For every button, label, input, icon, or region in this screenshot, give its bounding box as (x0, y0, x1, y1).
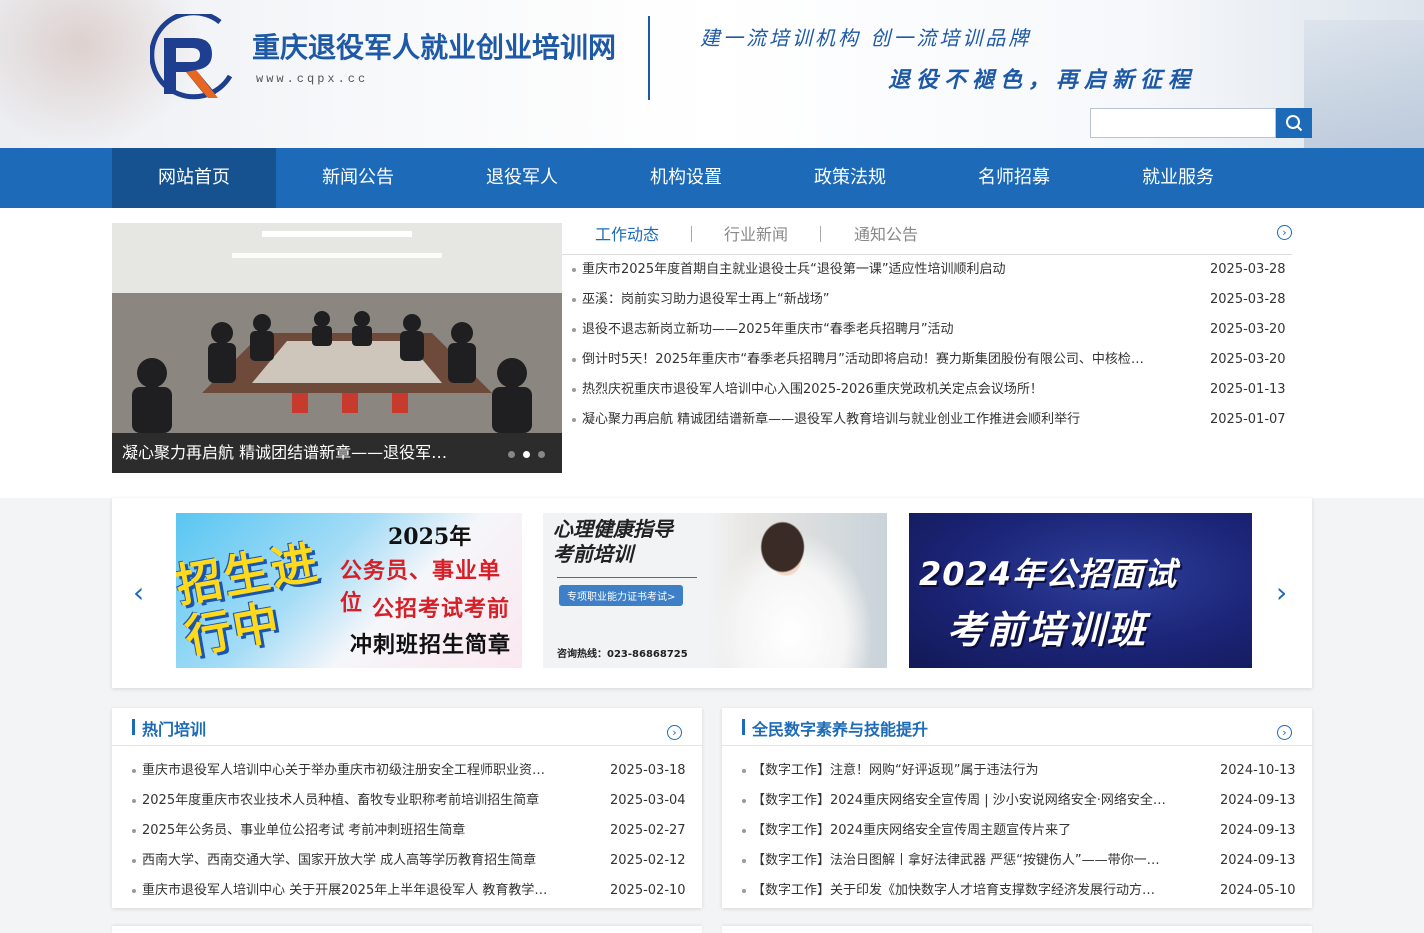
tab-work-updates[interactable]: 工作动态 (595, 223, 659, 255)
banner-divider (557, 577, 697, 578)
banner-line: 公招考试考前 (372, 597, 511, 622)
list-item[interactable]: 倒计时5天！2025年重庆市“春季老兵招聘月”活动即将启动！赛力斯集团股份有限公… (570, 345, 1290, 375)
slogan-line-1: 建一流培训机构 创一流培训品牌 (700, 26, 1032, 50)
building-image (1304, 20, 1424, 148)
slider-dot[interactable] (508, 451, 515, 458)
nav-item-news[interactable]: 新闻公告 (276, 148, 440, 208)
list-item[interactable]: 巫溪：岗前实习助力退役军士再上“新战场” 2025-03-28 (570, 285, 1290, 315)
panel-title-bar (742, 719, 745, 735)
tab-notices[interactable]: 通知公告 (854, 223, 918, 255)
search-input[interactable] (1090, 108, 1276, 138)
header-divider (648, 16, 650, 100)
list-item[interactable]: 【数字工作】注意！网购“好评返现”属于违法行为 2024-10-13 (740, 756, 1300, 786)
site-header: 重庆退役军人就业创业培训网 www.cqpx.cc 建一流培训机构 创一流培训品… (0, 0, 1424, 148)
banner-year: 2025年 (388, 524, 472, 550)
tab-industry-news[interactable]: 行业新闻 (724, 223, 788, 255)
list-item[interactable]: 【数字工作】法治日图解丨拿好法律武器 严惩“按键伤人”——带你一… 2024-09… (740, 846, 1300, 876)
banner-title: 心理健康指导 考前培训 (553, 517, 673, 566)
panel-header: 全民数字素养与技能提升 › (722, 708, 1312, 746)
banner-subtitle: 考前培训班 (947, 608, 1148, 652)
meeting-photo (112, 223, 562, 433)
meeting-scene-image (112, 223, 562, 433)
nav-item-employment[interactable]: 就业服务 (1096, 148, 1260, 208)
site-title[interactable]: 重庆退役军人就业创业培训网 (252, 26, 616, 66)
nav-item-veterans[interactable]: 退役军人 (440, 148, 604, 208)
list-item[interactable]: 热烈庆祝重庆市退役军人培训中心入围2025-2026重庆党政机关定点会议场所！ 2… (570, 375, 1290, 405)
tab-separator (820, 226, 821, 242)
digital-literacy-panel: 全民数字素养与技能提升 › 【数字工作】注意！网购“好评返现”属于违法行为 202… (722, 708, 1312, 908)
list-item[interactable]: 【数字工作】关于印发《加快数字人才培育支撑数字经济发展行动方… 2024-05-1… (740, 876, 1300, 906)
news-slider[interactable]: 凝心聚力再启航 精诚团结谱新章——退役军… (112, 223, 562, 473)
nav-item-teachers[interactable]: 名师招募 (932, 148, 1096, 208)
banner-interview-training[interactable]: 2024年公招面试 考前培训班 (909, 513, 1252, 668)
banner-phone: 咨询热线：023-86868725 (557, 649, 688, 660)
list-item[interactable]: 退役不退志新岗立新功——2025年重庆市“春季老兵招聘月”活动 2025-03-2… (570, 315, 1290, 345)
list-item[interactable]: 重庆市退役军人培训中心 关于开展2025年上半年退役军人 教育教学… 2025-0… (130, 876, 690, 906)
circle-chevron-right-icon[interactable]: › (1277, 725, 1292, 740)
nav-item-home[interactable]: 网站首页 (112, 148, 276, 208)
nav-item-organization[interactable]: 机构设置 (604, 148, 768, 208)
banner-tag: 专项职业能力证书考试> (559, 585, 684, 606)
slogan-line-2: 退役不褪色，再启新征程 (888, 67, 1197, 93)
list-item[interactable]: 【数字工作】2024重庆网络安全宣传周主题宣传片来了 2024-09-13 (740, 816, 1300, 846)
news-list: 重庆市2025年度首期自主就业退役士兵“退役第一课”适应性培训顺利启动 2025-… (570, 255, 1290, 435)
list-item[interactable]: 2025年公务员、事业单位公招考试 考前冲刺班招生简章 2025-02-27 (130, 816, 690, 846)
list-item[interactable]: 重庆市退役军人培训中心关于举办重庆市初级注册安全工程师职业资… 2025-03-1… (130, 756, 690, 786)
r-logo-icon[interactable] (150, 14, 238, 104)
banner-enrollment[interactable]: 招生进行中 2025年 公务员、事业单位 公招考试考前 冲刺班招生简章 (176, 513, 522, 668)
list-item[interactable]: 凝心聚力再启航 精诚团结谱新章——退役军人教育培训与就业创业工作推进会顺利举行 2… (570, 405, 1290, 435)
banner-big-text: 招生进行中 (176, 534, 324, 665)
panel-header: 热门培训 › (112, 708, 702, 746)
magnifier-icon (1286, 115, 1303, 132)
nav-item-policy[interactable]: 政策法规 (768, 148, 932, 208)
chevron-left-icon[interactable]: ‹ (133, 576, 144, 609)
search-button[interactable] (1276, 108, 1312, 138)
woman-reading-image (713, 513, 887, 668)
banner-psychology-training[interactable]: 心理健康指导 考前培训 专项职业能力证书考试> 咨询热线：023-8686872… (543, 513, 887, 668)
panel-title[interactable]: 热门培训 (142, 716, 206, 740)
tab-separator (691, 226, 692, 242)
news-tabs: 工作动态 行业新闻 通知公告 › (562, 223, 1292, 255)
hot-training-panel: 热门培训 › 重庆市退役军人培训中心关于举办重庆市初级注册安全工程师职业资… 20… (112, 708, 702, 908)
slider-dot[interactable] (538, 451, 545, 458)
main-nav: 网站首页 新闻公告 退役军人 机构设置 政策法规 名师招募 就业服务 (0, 148, 1424, 208)
list-item[interactable]: 2025年度重庆市农业技术人员种植、畜牧专业职称考前培训招生简章 2025-03-… (130, 786, 690, 816)
panel-title-bar (132, 719, 135, 735)
slider-dot-active[interactable] (523, 451, 530, 458)
panel-title[interactable]: 全民数字素养与技能提升 (752, 716, 928, 740)
slider-dots (508, 451, 545, 458)
hot-training-list: 重庆市退役军人培训中心关于举办重庆市初级注册安全工程师职业资… 2025-03-1… (130, 756, 690, 906)
banner-title: 2024年公招面试 (919, 555, 1178, 593)
slider-caption[interactable]: 凝心聚力再启航 精诚团结谱新章——退役军… (112, 433, 562, 473)
circle-chevron-right-icon[interactable]: › (1277, 225, 1292, 240)
next-panel-top (112, 926, 702, 933)
digital-literacy-list: 【数字工作】注意！网购“好评返现”属于违法行为 2024-10-13 【数字工作】… (740, 756, 1300, 906)
list-item[interactable]: 重庆市2025年度首期自主就业退役士兵“退役第一课”适应性培训顺利启动 2025-… (570, 255, 1290, 285)
banner-line: 冲刺班招生简章 (350, 632, 512, 658)
list-item[interactable]: 【数字工作】2024重庆网络安全宣传周 | 沙小安说网络安全·网络安全… 2024… (740, 786, 1300, 816)
circle-chevron-right-icon[interactable]: › (667, 725, 682, 740)
next-panel-top (722, 926, 1312, 933)
chevron-right-icon[interactable]: › (1276, 576, 1287, 609)
site-url: www.cqpx.cc (256, 72, 369, 86)
list-item[interactable]: 西南大学、西南交通大学、国家开放大学 成人高等学历教育招生简章 2025-02-1… (130, 846, 690, 876)
